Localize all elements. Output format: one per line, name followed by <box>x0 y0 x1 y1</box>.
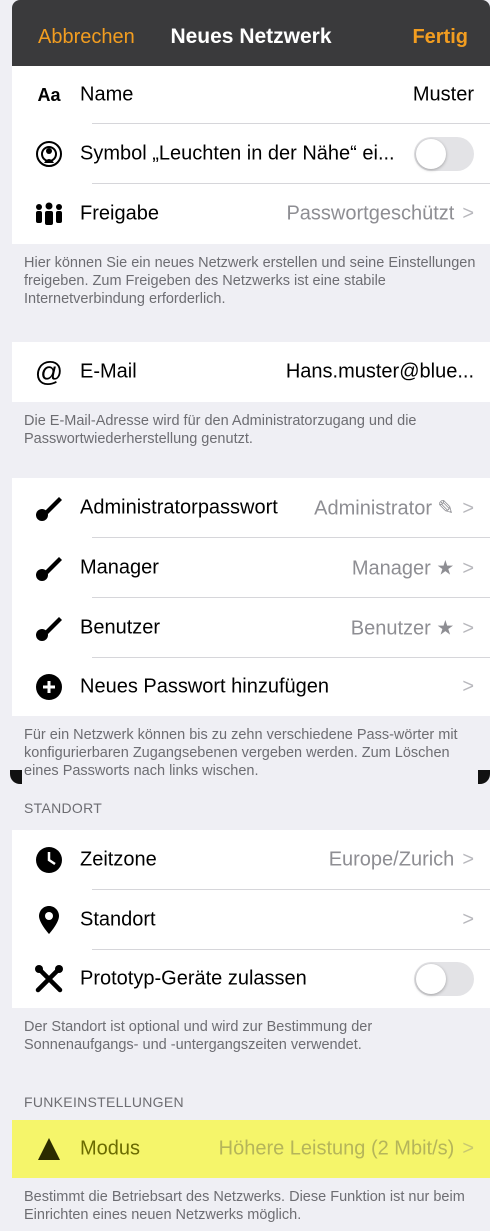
prototype-devices-row: Prototyp-Geräte zulassen <box>12 950 490 1008</box>
add-password-label: Neues Passwort hinzufügen <box>80 675 330 698</box>
location-info-text: Der Standort ist optional und wird zur B… <box>24 1019 373 1053</box>
chevron-right-icon: > <box>462 908 474 931</box>
toggle-knob <box>416 139 446 169</box>
email-info-text: Die E-Mail-Adresse wird für den Administ… <box>24 413 417 447</box>
beacon-icon <box>34 139 64 169</box>
user-password-label: Benutzer <box>80 616 161 639</box>
mode-label: Modus <box>80 1137 141 1160</box>
key-icon <box>34 613 64 643</box>
admin-password-row[interactable]: Administratorpasswort Administrator ✎ > <box>12 478 490 538</box>
location-row[interactable]: Standort > <box>12 890 490 950</box>
share-info-text: Hier können Sie ein neues Netzwerk erste… <box>24 255 476 307</box>
admin-password-label: Administratorpasswort <box>80 496 278 519</box>
timezone-label: Zeitzone <box>80 848 157 871</box>
toggle-knob <box>416 964 446 994</box>
chevron-right-icon: > <box>462 202 474 225</box>
timezone-value: Europe/Zurich > <box>328 848 474 871</box>
radio-section-header: FUNKEINSTELLUNGEN <box>24 1094 184 1110</box>
prototype-devices-toggle[interactable] <box>414 962 474 996</box>
admin-password-value: Administrator ✎ > <box>314 497 474 520</box>
navigation-bar: Abbrechen Neues Netzwerk Fertig <box>12 0 490 66</box>
chevron-right-icon: > <box>462 617 474 640</box>
email-value[interactable]: Hans.muster@blue... <box>286 361 474 384</box>
user-password-row[interactable]: Benutzer Benutzer ★ > <box>12 598 490 658</box>
chevron-right-icon: > <box>462 848 474 871</box>
beacon-label: Symbol „Leuchten in der Nähe“ ei... <box>80 142 395 165</box>
location-label: Standort <box>80 908 156 931</box>
location-pin-icon <box>34 905 64 935</box>
chevron-right-icon: > <box>462 675 474 698</box>
manager-password-value: Manager ★ > <box>351 557 474 580</box>
manager-password-label: Manager <box>80 556 159 579</box>
beacon-toggle[interactable] <box>414 137 474 171</box>
location-section-header: STANDORT <box>24 800 103 816</box>
name-label: Name <box>80 83 134 106</box>
mode-value: Höhere Leistung (2 Mbit/s) > <box>218 1137 474 1160</box>
people-icon <box>34 199 64 229</box>
name-value[interactable]: Muster <box>413 84 474 107</box>
chevron-right-icon: > <box>462 1137 474 1160</box>
triangle-icon <box>34 1134 64 1164</box>
tools-icon <box>34 964 64 994</box>
key-icon <box>34 493 64 523</box>
clock-icon <box>34 845 64 875</box>
plus-circle-icon <box>34 672 64 702</box>
add-password-chevron: > <box>454 676 474 699</box>
chevron-right-icon: > <box>462 557 474 580</box>
manager-password-row[interactable]: Manager Manager ★ > <box>12 538 490 598</box>
prototype-devices-label: Prototyp-Geräte zulassen <box>80 967 307 990</box>
share-label: Freigabe <box>80 202 159 225</box>
done-button[interactable]: Fertig <box>412 26 468 49</box>
name-row[interactable]: Aa Name Muster <box>12 66 490 124</box>
screen-edge <box>478 770 490 784</box>
chevron-right-icon: > <box>462 497 474 520</box>
beacon-symbol-row: Symbol „Leuchten in der Nähe“ ei... <box>12 124 490 184</box>
text-aa-icon: Aa <box>37 84 61 105</box>
add-password-row[interactable]: Neues Passwort hinzufügen > <box>12 658 490 716</box>
mode-info-text: Bestimmt die Betriebsart des Netzwerks. … <box>24 1189 465 1223</box>
share-row[interactable]: Freigabe Passwortgeschützt > <box>12 184 490 244</box>
key-icon <box>34 553 64 583</box>
screen-edge <box>10 770 22 784</box>
location-chevron: > <box>454 909 474 932</box>
at-sign-icon: @ <box>34 356 64 387</box>
user-password-value: Benutzer ★ > <box>350 617 474 640</box>
password-info-text: Für ein Netzwerk können bis zu zehn vers… <box>24 727 458 779</box>
email-label: E-Mail <box>80 360 137 383</box>
timezone-row[interactable]: Zeitzone Europe/Zurich > <box>12 830 490 890</box>
email-row[interactable]: @ E-Mail Hans.muster@blue... <box>12 342 490 402</box>
share-value: Passwortgeschützt > <box>286 202 474 225</box>
mode-row[interactable]: Modus Höhere Leistung (2 Mbit/s) > <box>12 1120 490 1178</box>
